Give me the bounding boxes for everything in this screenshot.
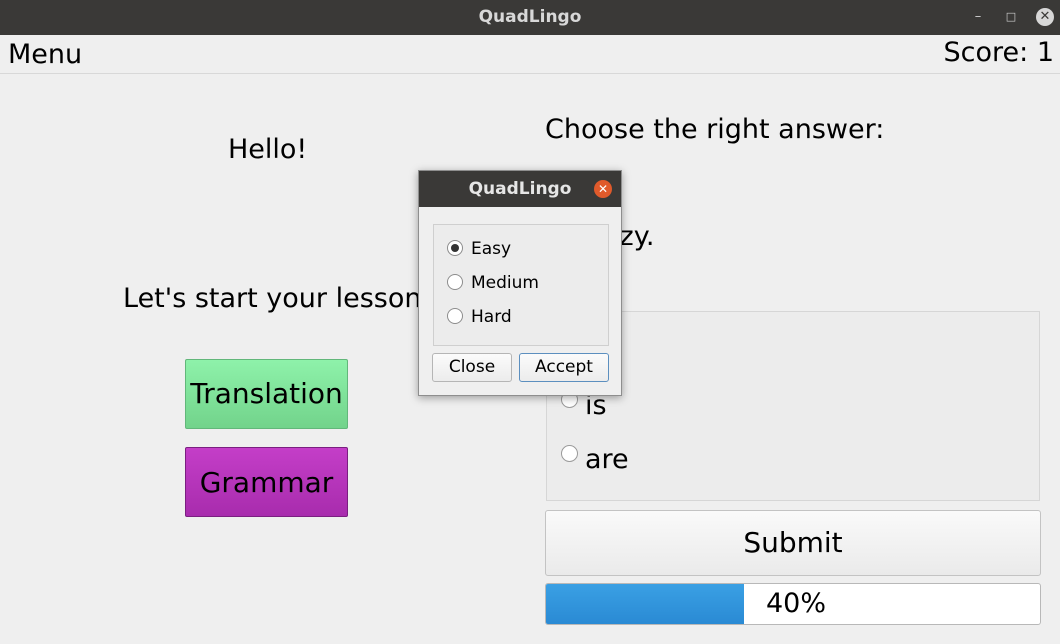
radio-button[interactable] bbox=[561, 445, 578, 462]
difficulty-option-easy[interactable]: Easy bbox=[447, 239, 511, 259]
score-label: Score: 1 bbox=[943, 37, 1054, 68]
answer-option-label: are bbox=[585, 444, 629, 475]
answer-option[interactable]: are bbox=[561, 444, 629, 475]
dialog-title: QuadLingo bbox=[419, 171, 621, 207]
difficulty-option-label: Medium bbox=[471, 273, 539, 293]
question-label: Choose the right answer: bbox=[545, 114, 885, 145]
progress-text: 40% bbox=[766, 588, 827, 619]
progress-bar: 40% bbox=[545, 583, 1041, 625]
radio-button[interactable] bbox=[447, 240, 463, 256]
accept-button[interactable]: Accept bbox=[519, 353, 609, 382]
window-title: QuadLingo bbox=[478, 7, 582, 27]
minimize-icon[interactable]: – bbox=[970, 9, 986, 25]
difficulty-option-label: Easy bbox=[471, 239, 512, 259]
maximize-icon[interactable]: □ bbox=[1003, 9, 1019, 25]
progress-fill bbox=[546, 584, 744, 624]
lesson-prompt-label: Let's start your lesson bbox=[123, 283, 422, 314]
greeting-label: Hello! bbox=[228, 134, 308, 165]
difficulty-option-label: Hard bbox=[471, 307, 512, 327]
radio-button[interactable] bbox=[447, 308, 463, 324]
radio-button[interactable] bbox=[447, 274, 463, 290]
close-button[interactable]: Close bbox=[432, 353, 512, 382]
difficulty-dialog: QuadLingo ✕ Easy Medium Hard Close Accep… bbox=[418, 170, 622, 396]
difficulty-options-group: Easy Medium Hard bbox=[433, 224, 609, 346]
difficulty-option-hard[interactable]: Hard bbox=[447, 307, 512, 327]
submit-button[interactable]: Submit bbox=[545, 510, 1041, 576]
difficulty-option-medium[interactable]: Medium bbox=[447, 273, 539, 293]
close-icon[interactable]: ✕ bbox=[594, 180, 612, 198]
close-icon[interactable]: ✕ bbox=[1036, 8, 1054, 26]
translation-button[interactable]: Translation bbox=[185, 359, 348, 429]
grammar-button[interactable]: Grammar bbox=[185, 447, 348, 517]
window-titlebar: QuadLingo – □ ✕ bbox=[0, 0, 1060, 35]
menu-button[interactable]: Menu bbox=[8, 39, 82, 70]
menubar: Menu Score: 1 bbox=[0, 35, 1060, 74]
